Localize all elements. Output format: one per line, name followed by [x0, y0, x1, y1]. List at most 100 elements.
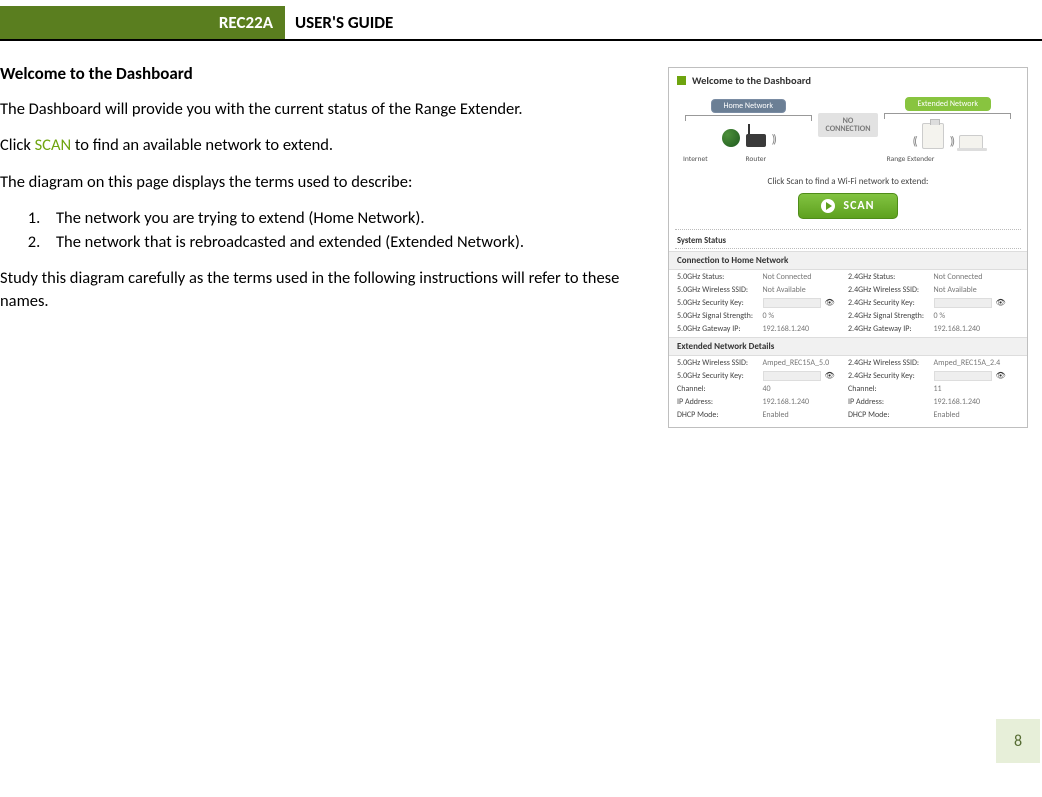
value: 👁 [763, 371, 849, 381]
header-product: REC22A [0, 6, 285, 39]
signal-icon: )) [950, 135, 953, 149]
value: Not Available [763, 285, 849, 295]
router-icon [746, 125, 766, 147]
label: 5.0GHz Security Key: [677, 298, 763, 308]
play-icon [821, 199, 835, 213]
value: Not Available [934, 285, 1020, 295]
signal-icon: (( [912, 135, 915, 149]
diagram-captions: Internet Router Range Extender [669, 155, 1027, 170]
value: 0 % [763, 311, 849, 321]
value: 192.168.1.240 [934, 324, 1020, 334]
caption-router: Router [746, 155, 794, 164]
text: CONNECTION [826, 125, 871, 133]
network-diagram: Home Network )) NO CONNECTION Extended N… [669, 91, 1027, 155]
paragraph: The Dashboard will provide you with the … [0, 98, 644, 120]
label: 2.4GHz Status: [848, 272, 934, 282]
extended-network-group: Extended Network (( )) [878, 97, 1017, 153]
eye-icon[interactable]: 👁 [996, 298, 1006, 308]
home-network-group: Home Network )) [679, 99, 818, 151]
label: 2.4GHz Wireless SSID: [848, 285, 934, 295]
table-row: 5.0GHz Gateway IP: 192.168.1.240 2.4GHz … [669, 322, 1027, 335]
value: Enabled [934, 410, 1020, 420]
square-icon [677, 76, 686, 85]
table-row: IP Address: 192.168.1.240 IP Address: 19… [669, 395, 1027, 408]
scan-keyword: SCAN [35, 135, 72, 155]
scan-button[interactable]: SCAN [798, 193, 897, 219]
table-row: 5.0GHz Security Key: 👁 2.4GHz Security K… [669, 296, 1027, 309]
table-row: 5.0GHz Signal Strength: 0 % 2.4GHz Signa… [669, 309, 1027, 322]
ordered-list: The network you are trying to extend (Ho… [44, 207, 644, 254]
value: 192.168.1.240 [763, 397, 849, 407]
paragraph: The diagram on this page displays the te… [0, 171, 644, 193]
label: Channel: [677, 384, 763, 394]
list-item: The network that is rebroadcasted and ex… [44, 231, 644, 253]
label: 2.4GHz Wireless SSID: [848, 358, 934, 368]
eye-icon[interactable]: 👁 [825, 298, 835, 308]
value: 11 [934, 384, 1020, 394]
extended-network-label: Extended Network [905, 97, 991, 111]
divider [675, 229, 1021, 230]
icons-row: )) [679, 121, 818, 151]
label: DHCP Mode: [677, 410, 763, 420]
table-row: 5.0GHz Wireless SSID: Not Available 2.4G… [669, 283, 1027, 296]
security-key-field[interactable] [763, 371, 821, 381]
spacer [808, 155, 856, 164]
caption-internet: Internet [683, 155, 731, 164]
header-bar: REC22A USER'S GUIDE [0, 6, 1042, 41]
eye-icon[interactable]: 👁 [825, 371, 835, 381]
system-status-heading: System Status [669, 232, 1027, 248]
table-row: 5.0GHz Wireless SSID: Amped_REC15A_5.0 2… [669, 356, 1027, 369]
divider [675, 248, 1021, 249]
extended-details-heading: Extended Network Details [669, 337, 1027, 356]
value: Not Connected [934, 272, 1020, 282]
label: 5.0GHz Gateway IP: [677, 324, 763, 334]
label: 2.4GHz Security Key: [848, 371, 934, 381]
label: 5.0GHz Wireless SSID: [677, 285, 763, 295]
security-key-field[interactable] [763, 298, 821, 308]
value: 192.168.1.240 [763, 324, 849, 334]
label: 5.0GHz Status: [677, 272, 763, 282]
table-row: Channel: 40 Channel: 11 [669, 382, 1027, 395]
home-connection-heading: Connection to Home Network [669, 251, 1027, 270]
figure-title-row: Welcome to the Dashboard [669, 72, 1027, 91]
text: Click [0, 135, 35, 155]
table-row: 5.0GHz Status: Not Connected 2.4GHz Stat… [669, 270, 1027, 283]
label: Channel: [848, 384, 934, 394]
label: 2.4GHz Gateway IP: [848, 324, 934, 334]
range-extender-icon [922, 123, 944, 149]
no-connection-badge: NO CONNECTION [818, 113, 879, 138]
security-key-field[interactable] [934, 298, 992, 308]
scan-caption: Click Scan to find a Wi-Fi network to ex… [669, 176, 1027, 187]
value: 192.168.1.240 [934, 397, 1020, 407]
label: IP Address: [677, 397, 763, 407]
label: 2.4GHz Signal Strength: [848, 311, 934, 321]
label: IP Address: [848, 397, 934, 407]
body-text: Welcome to the Dashboard The Dashboard w… [0, 63, 668, 428]
text: to find an available network to extend. [71, 135, 333, 155]
label: 5.0GHz Security Key: [677, 371, 763, 381]
caption-range-extender: Range Extender [871, 155, 951, 164]
icons-row: (( )) [878, 119, 1017, 153]
scan-button-label: SCAN [843, 199, 874, 213]
label: 5.0GHz Wireless SSID: [677, 358, 763, 368]
eye-icon[interactable]: 👁 [996, 371, 1006, 381]
label: 2.4GHz Security Key: [848, 298, 934, 308]
figure-title: Welcome to the Dashboard [692, 74, 811, 87]
paragraph: Study this diagram carefully as the term… [0, 267, 644, 312]
value: 40 [763, 384, 849, 394]
label: 5.0GHz Signal Strength: [677, 311, 763, 321]
value: Enabled [763, 410, 849, 420]
label: DHCP Mode: [848, 410, 934, 420]
paragraph: Click SCAN to find an available network … [0, 134, 644, 156]
header-title: USER'S GUIDE [285, 12, 393, 33]
security-key-field[interactable] [934, 371, 992, 381]
table-row: DHCP Mode: Enabled DHCP Mode: Enabled [669, 408, 1027, 421]
dashboard-figure: Welcome to the Dashboard Home Network ))… [668, 67, 1028, 428]
internet-icon [722, 129, 740, 147]
section-heading: Welcome to the Dashboard [0, 63, 644, 84]
signal-icon: )) [772, 133, 775, 147]
scan-section: Click Scan to find a Wi-Fi network to ex… [669, 170, 1027, 229]
page-number: 8 [996, 719, 1040, 763]
content: Welcome to the Dashboard The Dashboard w… [0, 41, 1042, 428]
value: 👁 [763, 298, 849, 308]
